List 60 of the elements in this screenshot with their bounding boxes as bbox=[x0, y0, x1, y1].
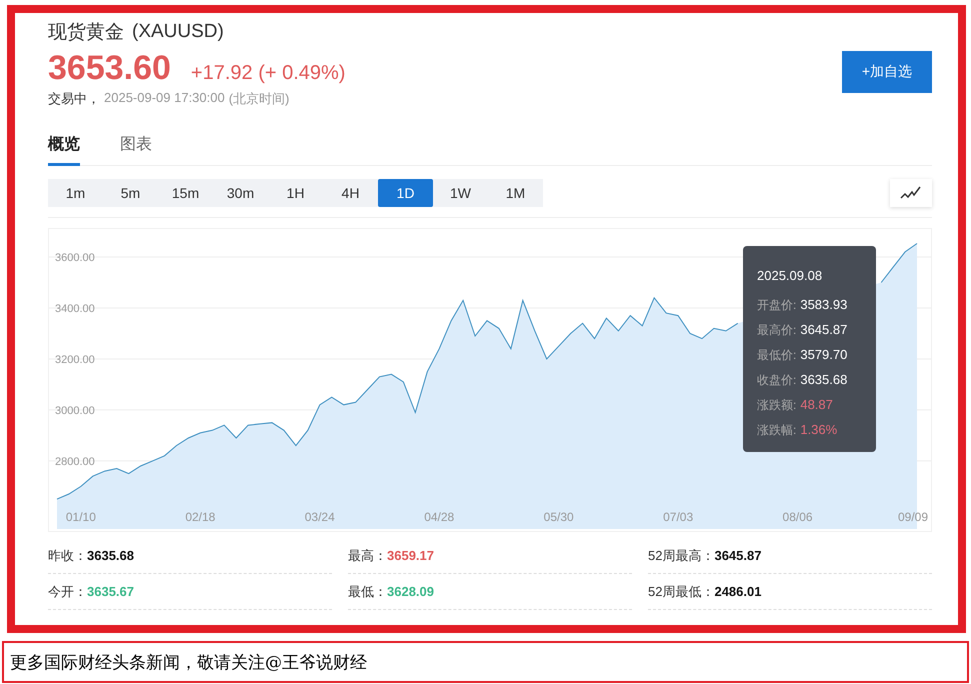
price-change: +17.92 (+ 0.49%) bbox=[190, 62, 346, 85]
range-button[interactable]: 4H bbox=[323, 179, 378, 207]
stat-label: 昨收： bbox=[48, 546, 87, 564]
tooltip-label: 涨跌幅: bbox=[757, 422, 796, 439]
stat-value: 2486.01 bbox=[714, 584, 762, 599]
instrument-name: 现货黄金 bbox=[48, 21, 124, 45]
stat-value: 3659.17 bbox=[387, 548, 434, 563]
stat-value: 3645.87 bbox=[714, 548, 762, 563]
x-axis-label: 09/09 bbox=[898, 510, 928, 524]
line-chart-icon bbox=[900, 186, 922, 200]
range-button[interactable]: 1m bbox=[48, 179, 103, 207]
range-button[interactable]: 30m bbox=[213, 179, 268, 207]
tab[interactable]: 图表 bbox=[120, 134, 152, 166]
market-status: 交易中， bbox=[48, 90, 100, 108]
timezone-label: (北京时间) bbox=[228, 90, 290, 108]
stat-value: 3635.67 bbox=[87, 584, 134, 599]
range-button[interactable]: 1W bbox=[433, 179, 488, 207]
tooltip-value: 3583.93 bbox=[800, 297, 848, 314]
chart-type-button[interactable] bbox=[890, 179, 932, 207]
x-axis-label: 02/18 bbox=[185, 510, 216, 524]
tooltip-value: 48.87 bbox=[800, 397, 833, 414]
y-axis-label: 3200.00 bbox=[55, 354, 95, 366]
tooltip-date: 2025.09.08 bbox=[757, 268, 822, 283]
tooltip-value: 3635.68 bbox=[800, 372, 848, 389]
stat-value: 3628.09 bbox=[387, 584, 434, 599]
tooltip-label: 最低价: bbox=[757, 347, 796, 364]
x-axis-label: 03/24 bbox=[304, 510, 335, 524]
stat-value: 3635.68 bbox=[87, 548, 134, 563]
tooltip-value: 3645.87 bbox=[800, 322, 848, 339]
tooltip-label: 开盘价: bbox=[757, 297, 796, 314]
instrument-symbol: (XAUUSD) bbox=[132, 21, 224, 43]
tooltip-value: 1.36% bbox=[800, 422, 838, 439]
tooltip-label: 收盘价: bbox=[757, 372, 796, 389]
y-axis-label: 3400.00 bbox=[55, 303, 95, 315]
x-axis-label: 07/03 bbox=[663, 510, 694, 524]
tab[interactable]: 概览 bbox=[48, 134, 80, 166]
tooltip-label: 涨跌额: bbox=[757, 397, 796, 414]
range-button[interactable]: 1M bbox=[488, 179, 543, 207]
x-axis-label: 05/30 bbox=[544, 510, 574, 524]
x-axis-label: 01/10 bbox=[66, 510, 96, 524]
y-axis-label: 3600.00 bbox=[55, 252, 95, 264]
y-axis-label: 2800.00 bbox=[55, 456, 95, 468]
caption-text: 更多国际财经头条新闻，敬请关注@王爷说财经 bbox=[10, 652, 367, 674]
y-axis-label: 3000.00 bbox=[55, 404, 95, 417]
tooltip-value: 3579.70 bbox=[800, 347, 848, 364]
range-button[interactable]: 1D bbox=[378, 179, 433, 207]
stat-label: 52周最高： bbox=[648, 546, 714, 564]
x-axis-label: 08/06 bbox=[782, 510, 813, 524]
update-time: 2025-09-09 17:30:00 bbox=[104, 90, 225, 107]
stat-label: 最高： bbox=[348, 546, 387, 564]
x-axis-label: 04/28 bbox=[424, 510, 454, 524]
range-button[interactable]: 1H bbox=[268, 179, 323, 207]
price: 3653.60 bbox=[48, 49, 171, 88]
stat-label: 今开： bbox=[48, 582, 87, 600]
stat-label: 最低： bbox=[348, 582, 387, 600]
stat-label: 52周最低： bbox=[648, 582, 714, 600]
tooltip-label: 最高价: bbox=[757, 322, 796, 339]
range-button[interactable]: 15m bbox=[158, 179, 213, 207]
range-button[interactable]: 5m bbox=[103, 179, 158, 207]
add-to-watchlist-button[interactable]: +加自选 bbox=[842, 51, 932, 93]
